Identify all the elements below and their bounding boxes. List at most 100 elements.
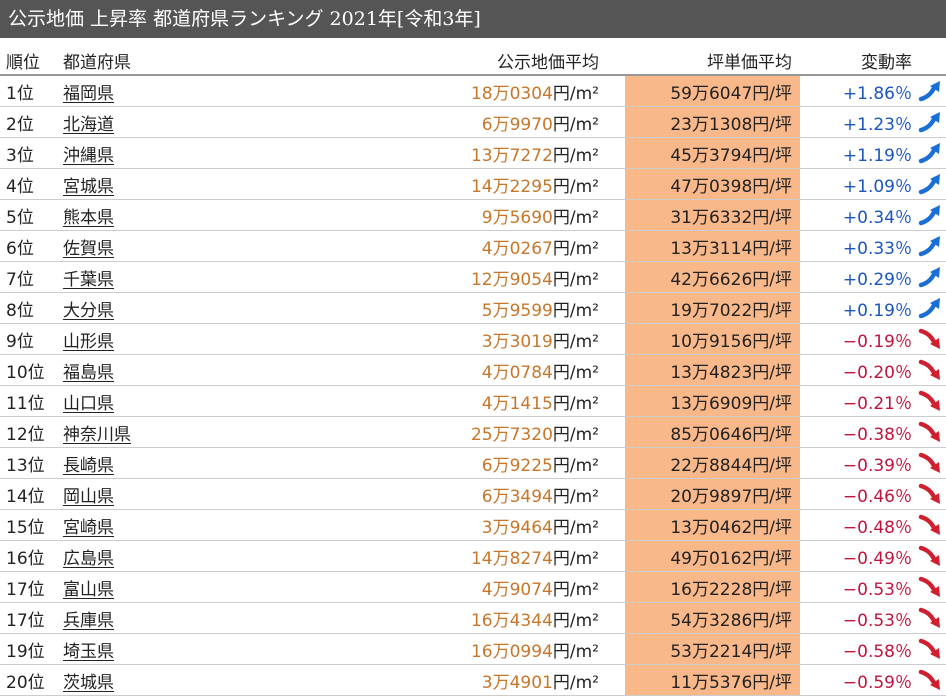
trend-up-arrow-icon bbox=[916, 292, 946, 324]
trend-down-arrow-icon bbox=[916, 323, 946, 355]
prefecture-link[interactable]: 広島県 bbox=[63, 549, 114, 569]
prefecture-cell: 山口県 bbox=[55, 385, 285, 417]
change-rate-cell: −0.21％ bbox=[800, 385, 916, 417]
prefecture-link[interactable]: 山形県 bbox=[63, 332, 114, 352]
tsubo-price-cell: 59万6047円/坪 bbox=[625, 75, 800, 107]
avg-price-unit: 円/m² bbox=[552, 610, 599, 631]
prefecture-link[interactable]: 埼玉県 bbox=[63, 642, 114, 662]
tsubo-price-unit: 円/坪 bbox=[752, 176, 792, 197]
trend-down-arrow-icon bbox=[916, 540, 946, 572]
prefecture-cell: 宮城県 bbox=[55, 168, 285, 200]
change-rate-cell: −0.19％ bbox=[800, 323, 916, 355]
rank-cell: 10位 bbox=[0, 354, 55, 386]
avg-price-value: 14万8274 bbox=[470, 548, 553, 569]
avg-price-value: 18万0304 bbox=[470, 83, 553, 104]
avg-price-unit: 円/m² bbox=[552, 269, 599, 290]
avg-price-unit: 円/m² bbox=[552, 145, 599, 166]
rank-cell: 4位 bbox=[0, 168, 55, 200]
trend-down-arrow-icon bbox=[916, 447, 946, 479]
tsubo-price-value: 23万1308 bbox=[670, 114, 753, 135]
trend-down-arrow-icon bbox=[916, 478, 946, 510]
rank-cell: 5位 bbox=[0, 199, 55, 231]
avg-price-cell: 12万9054円/m² bbox=[285, 261, 625, 293]
change-rate-cell: −0.48％ bbox=[800, 509, 916, 541]
table-row: 1位 福岡県 18万0304円/m² 59万6047円/坪 +1.86％ bbox=[0, 75, 946, 107]
tsubo-price-cell: 31万6332円/坪 bbox=[625, 199, 800, 231]
table-row: 11位 山口県 4万1415円/m² 13万6909円/坪 −0.21％ bbox=[0, 385, 946, 417]
avg-price-cell: 6万3494円/m² bbox=[285, 478, 625, 510]
prefecture-link[interactable]: 北海道 bbox=[63, 115, 114, 135]
avg-price-unit: 円/m² bbox=[552, 455, 599, 476]
prefecture-link[interactable]: 兵庫県 bbox=[63, 611, 114, 631]
table-row: 12位 神奈川県 25万7320円/m² 85万0646円/坪 −0.38％ bbox=[0, 416, 946, 448]
rank-cell: 17位 bbox=[0, 571, 55, 603]
tsubo-price-unit: 円/坪 bbox=[752, 83, 792, 104]
tsubo-price-unit: 円/坪 bbox=[752, 393, 792, 414]
tsubo-price-unit: 円/坪 bbox=[752, 517, 792, 538]
avg-price-value: 9万5690 bbox=[481, 207, 553, 228]
prefecture-cell: 宮崎県 bbox=[55, 509, 285, 541]
prefecture-link[interactable]: 大分県 bbox=[63, 301, 114, 321]
prefecture-link[interactable]: 長崎県 bbox=[63, 456, 114, 476]
prefecture-link[interactable]: 熊本県 bbox=[63, 208, 114, 228]
avg-price-value: 3万9464 bbox=[481, 517, 553, 538]
tsubo-price-unit: 円/坪 bbox=[752, 114, 792, 135]
prefecture-link[interactable]: 福岡県 bbox=[63, 84, 114, 104]
tsubo-price-value: 13万0462 bbox=[670, 517, 753, 538]
prefecture-link[interactable]: 沖縄県 bbox=[63, 146, 114, 166]
tsubo-price-value: 31万6332 bbox=[670, 207, 753, 228]
tsubo-price-value: 11万5376 bbox=[670, 672, 753, 693]
tsubo-price-unit: 円/坪 bbox=[752, 269, 792, 290]
prefecture-link[interactable]: 富山県 bbox=[63, 580, 114, 600]
trend-down-arrow-icon bbox=[916, 571, 946, 603]
tsubo-price-value: 10万9156 bbox=[670, 331, 753, 352]
prefecture-link[interactable]: 宮崎県 bbox=[63, 518, 114, 538]
avg-price-unit: 円/m² bbox=[552, 300, 599, 321]
change-rate-cell: +0.19％ bbox=[800, 292, 916, 324]
prefecture-cell: 沖縄県 bbox=[55, 137, 285, 169]
prefecture-link[interactable]: 佐賀県 bbox=[63, 239, 114, 259]
table-body: 1位 福岡県 18万0304円/m² 59万6047円/坪 +1.86％ 2位 … bbox=[0, 75, 946, 696]
prefecture-link[interactable]: 宮城県 bbox=[63, 177, 114, 197]
avg-price-unit: 円/m² bbox=[552, 331, 599, 352]
tsubo-price-value: 13万3114 bbox=[670, 238, 753, 259]
avg-price-unit: 円/m² bbox=[552, 83, 599, 104]
avg-price-cell: 5万9599円/m² bbox=[285, 292, 625, 324]
avg-price-cell: 3万3019円/m² bbox=[285, 323, 625, 355]
table-row: 15位 宮崎県 3万9464円/m² 13万0462円/坪 −0.48％ bbox=[0, 509, 946, 541]
trend-down-arrow-icon bbox=[916, 354, 946, 386]
rank-cell: 6位 bbox=[0, 230, 55, 262]
tsubo-price-unit: 円/坪 bbox=[752, 486, 792, 507]
tsubo-price-cell: 54万3286円/坪 bbox=[625, 602, 800, 634]
prefecture-link[interactable]: 茨城県 bbox=[63, 673, 114, 693]
tsubo-price-unit: 円/坪 bbox=[752, 579, 792, 600]
prefecture-link[interactable]: 千葉県 bbox=[63, 270, 114, 290]
tsubo-price-cell: 42万6626円/坪 bbox=[625, 261, 800, 293]
avg-price-value: 3万3019 bbox=[481, 331, 553, 352]
avg-price-cell: 14万8274円/m² bbox=[285, 540, 625, 572]
prefecture-link[interactable]: 岡山県 bbox=[63, 487, 114, 507]
table-row: 17位 富山県 4万9074円/m² 16万2228円/坪 −0.53％ bbox=[0, 571, 946, 603]
trend-down-arrow-icon bbox=[916, 385, 946, 417]
tsubo-price-cell: 45万3794円/坪 bbox=[625, 137, 800, 169]
header-trend bbox=[916, 46, 946, 76]
trend-up-arrow-icon bbox=[916, 168, 946, 200]
prefecture-link[interactable]: 福島県 bbox=[63, 363, 114, 383]
tsubo-price-value: 47万0398 bbox=[670, 176, 753, 197]
tsubo-price-value: 59万6047 bbox=[670, 83, 753, 104]
avg-price-unit: 円/m² bbox=[552, 548, 599, 569]
prefecture-cell: 埼玉県 bbox=[55, 633, 285, 665]
prefecture-cell: 岡山県 bbox=[55, 478, 285, 510]
avg-price-cell: 16万0994円/m² bbox=[285, 633, 625, 665]
prefecture-cell: 千葉県 bbox=[55, 261, 285, 293]
ranking-table: 順位 都道府県 公示地価平均 坪単価平均 変動率 1位 福岡県 18万0304円… bbox=[0, 46, 946, 696]
prefecture-link[interactable]: 神奈川県 bbox=[63, 425, 131, 445]
avg-price-value: 12万9054 bbox=[470, 269, 553, 290]
rank-cell: 16位 bbox=[0, 540, 55, 572]
tsubo-price-value: 20万9897 bbox=[670, 486, 753, 507]
tsubo-price-cell: 49万0162円/坪 bbox=[625, 540, 800, 572]
prefecture-link[interactable]: 山口県 bbox=[63, 394, 114, 414]
tsubo-price-cell: 13万0462円/坪 bbox=[625, 509, 800, 541]
tsubo-price-cell: 53万2214円/坪 bbox=[625, 633, 800, 665]
tsubo-price-unit: 円/坪 bbox=[752, 362, 792, 383]
